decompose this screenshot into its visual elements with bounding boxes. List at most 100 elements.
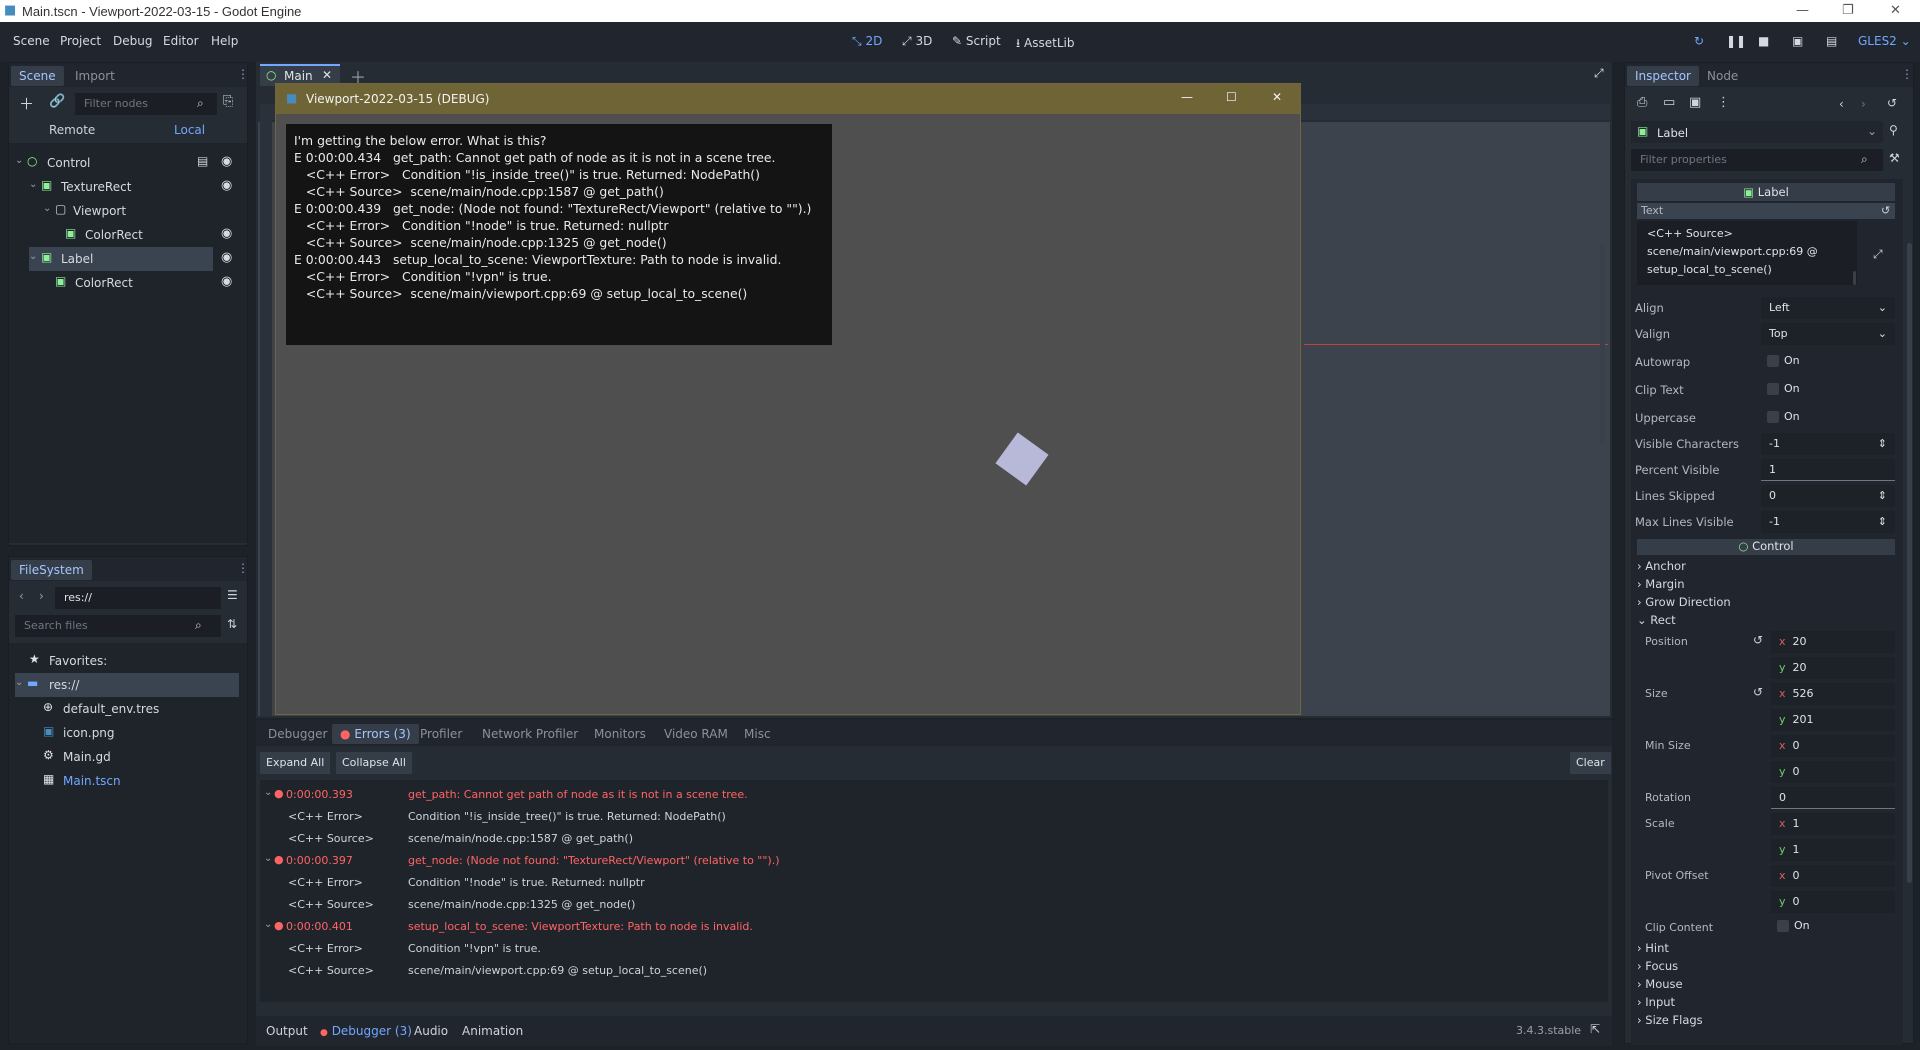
expand-all-button[interactable]: Expand All — [260, 752, 331, 774]
collapse-arrow-icon[interactable]: ⌄ — [15, 677, 23, 688]
clip-content-checkbox[interactable]: On — [1777, 919, 1810, 932]
section-grow-direction[interactable]: › Grow Direction — [1637, 595, 1895, 611]
restore-icon[interactable]: ❐ — [1842, 3, 1854, 18]
max-lines-visible-spinbox[interactable]: -1 ⇕ — [1761, 511, 1895, 533]
fullscreen-icon[interactable]: ⤢ — [1594, 66, 1604, 81]
tab-node[interactable]: Node — [1699, 66, 1746, 86]
revert-icon[interactable]: ↺ — [1753, 685, 1763, 699]
add-node-icon[interactable]: ＋ — [19, 93, 34, 114]
uppercase-checkbox[interactable]: On — [1767, 410, 1800, 423]
sort-icon[interactable]: ⇅ — [227, 617, 237, 631]
tab-scene[interactable]: Scene — [11, 66, 64, 86]
tree-node-viewport[interactable]: ⌄ ▢ Viewport — [9, 199, 247, 223]
tab-debugger[interactable]: Debugger — [260, 724, 335, 744]
size-x-field[interactable]: x 526 — [1771, 683, 1895, 705]
pivot-y-field[interactable]: y 0 — [1771, 891, 1895, 913]
min-size-x-field[interactable]: x 0 — [1771, 735, 1895, 757]
link-icon[interactable]: 🔗 — [49, 94, 65, 109]
output-tab[interactable]: Output — [266, 1024, 308, 1038]
error-detail-row[interactable]: <C++ Error> Condition "!node" is true. R… — [260, 872, 1608, 894]
error-detail-row[interactable]: <C++ Error> Condition "!is_inside_tree()… — [260, 806, 1608, 828]
collapse-arrow-icon[interactable]: ⌄ — [43, 203, 51, 214]
section-anchor[interactable]: › Anchor — [1637, 559, 1895, 575]
close-icon[interactable]: ✕ — [1890, 3, 1901, 18]
audio-tab[interactable]: Audio — [414, 1024, 448, 1038]
path-input[interactable]: res:// — [55, 587, 221, 609]
stop-icon[interactable]: ■ — [1758, 34, 1769, 48]
rotation-slider[interactable]: 0 — [1771, 787, 1895, 809]
autowrap-checkbox[interactable]: On — [1767, 354, 1800, 367]
workspace-2d-button[interactable]: ⤡ 2D — [852, 34, 882, 49]
tab-inspector[interactable]: Inspector — [1627, 66, 1699, 86]
favorites-item[interactable]: ★ Favorites: — [9, 649, 247, 673]
tab-monitors[interactable]: Monitors — [586, 724, 654, 744]
file-item[interactable]: ⚙ Main.gd — [9, 745, 247, 769]
file-item[interactable]: ⊕ default_env.tres — [9, 697, 247, 721]
visibility-eye-icon[interactable]: ◉ — [221, 274, 232, 289]
menu-scene[interactable]: Scene — [13, 34, 50, 48]
collapse-arrow-icon[interactable]: ⌄ — [29, 251, 37, 262]
valign-select[interactable]: Top ⌄ — [1761, 323, 1895, 345]
menu-editor[interactable]: Editor — [163, 34, 199, 48]
maximize-icon[interactable]: ☐ — [1226, 90, 1237, 104]
filter-properties-input[interactable]: Filter properties — [1631, 149, 1883, 171]
inspector-scrollbar[interactable] — [1907, 243, 1912, 883]
open-folder-icon[interactable]: ▭ — [1663, 95, 1675, 110]
vertical-scrollbar[interactable] — [1600, 244, 1605, 444]
error-row[interactable]: ⌄ ● 0:00:00.397 get_node: (Node not foun… — [260, 850, 1608, 872]
visibility-eye-icon[interactable]: ◉ — [221, 154, 232, 169]
back-arrow-icon[interactable]: ‹ — [19, 589, 24, 603]
script-icon[interactable]: ▤ — [197, 154, 208, 168]
pause-icon[interactable]: ❚❚ — [1726, 34, 1746, 48]
collapse-arrow-icon[interactable]: ⌄ — [264, 853, 272, 864]
tree-node-colorrect-2[interactable]: ▣ ColorRect ◉ — [9, 271, 247, 295]
expand-text-icon[interactable]: ⤢ — [1873, 247, 1883, 262]
split-view-icon[interactable]: ☰ — [227, 588, 238, 602]
play-custom-icon[interactable]: ▤ — [1826, 34, 1837, 48]
forward-arrow-icon[interactable]: › — [39, 589, 44, 603]
section-input[interactable]: › Input — [1637, 995, 1895, 1011]
new-resource-icon[interactable]: ⎙ — [1637, 95, 1647, 110]
debugger-tab[interactable]: ● Debugger (3) — [320, 1024, 412, 1038]
close-tab-icon[interactable]: ✕ — [322, 68, 332, 82]
dock-menu-icon[interactable]: ⋮ — [237, 67, 249, 81]
collapse-arrow-icon[interactable]: ⌄ — [29, 179, 37, 190]
save-icon[interactable]: ▣ — [1689, 95, 1701, 110]
history-forward-icon[interactable]: › — [1861, 97, 1866, 111]
filter-nodes-input[interactable]: Filter nodes — [75, 93, 217, 115]
percent-visible-slider[interactable]: 1 — [1761, 459, 1895, 481]
section-rect[interactable]: ⌄ Rect — [1637, 613, 1895, 629]
reload-icon[interactable]: ↻ — [1694, 34, 1704, 48]
expand-panel-icon[interactable]: ⇱ — [1590, 1022, 1600, 1036]
close-icon[interactable]: ✕ — [1272, 90, 1282, 104]
play-scene-icon[interactable]: ▣ — [1792, 34, 1803, 48]
dock-menu-icon[interactable]: ⋮ — [1901, 67, 1913, 81]
visibility-eye-icon[interactable]: ◉ — [221, 178, 232, 193]
collapse-arrow-icon[interactable]: ⌄ — [264, 919, 272, 930]
visibility-eye-icon[interactable]: ◉ — [221, 226, 232, 241]
section-hint[interactable]: › Hint — [1637, 941, 1895, 957]
position-x-field[interactable]: x 20 — [1771, 631, 1895, 653]
remote-tab[interactable]: Remote — [49, 123, 95, 137]
tab-video-ram[interactable]: Video RAM — [656, 724, 736, 744]
minimize-icon[interactable]: — — [1796, 3, 1809, 18]
renderer-select[interactable]: GLES2 ⌄ — [1858, 34, 1911, 48]
tab-import[interactable]: Import — [67, 66, 123, 86]
tab-misc[interactable]: Misc — [736, 724, 779, 744]
dock-menu-icon[interactable]: ⋮ — [237, 561, 249, 575]
tree-node-colorrect[interactable]: ▣ ColorRect ◉ — [9, 223, 247, 247]
file-item[interactable]: ▣ icon.png — [9, 721, 247, 745]
error-row[interactable]: ⌄ ● 0:00:00.393 get_path: Cannot get pat… — [260, 784, 1608, 806]
error-source-row[interactable]: <C++ Source> scene/main/node.cpp:1325 @ … — [260, 894, 1608, 916]
tree-node-label[interactable]: ⌄ ▣ Label — [29, 247, 213, 271]
section-mouse[interactable]: › Mouse — [1637, 977, 1895, 993]
tab-errors[interactable]: ● Errors (3) — [332, 724, 419, 744]
visible-characters-spinbox[interactable]: -1 ⇕ — [1761, 433, 1895, 455]
error-row[interactable]: ⌄ ● 0:00:00.401 setup_local_to_scene: Vi… — [260, 916, 1608, 938]
menu-debug[interactable]: Debug — [113, 34, 152, 48]
scale-y-field[interactable]: y 1 — [1771, 839, 1895, 861]
position-y-field[interactable]: y 20 — [1771, 657, 1895, 679]
tree-node-control[interactable]: ⌄ ○ Control ▤ ◉ — [9, 151, 247, 175]
collapse-all-button[interactable]: Collapse All — [336, 752, 412, 774]
error-detail-row[interactable]: <C++ Error> Condition "!vpn" is true. — [260, 938, 1608, 960]
